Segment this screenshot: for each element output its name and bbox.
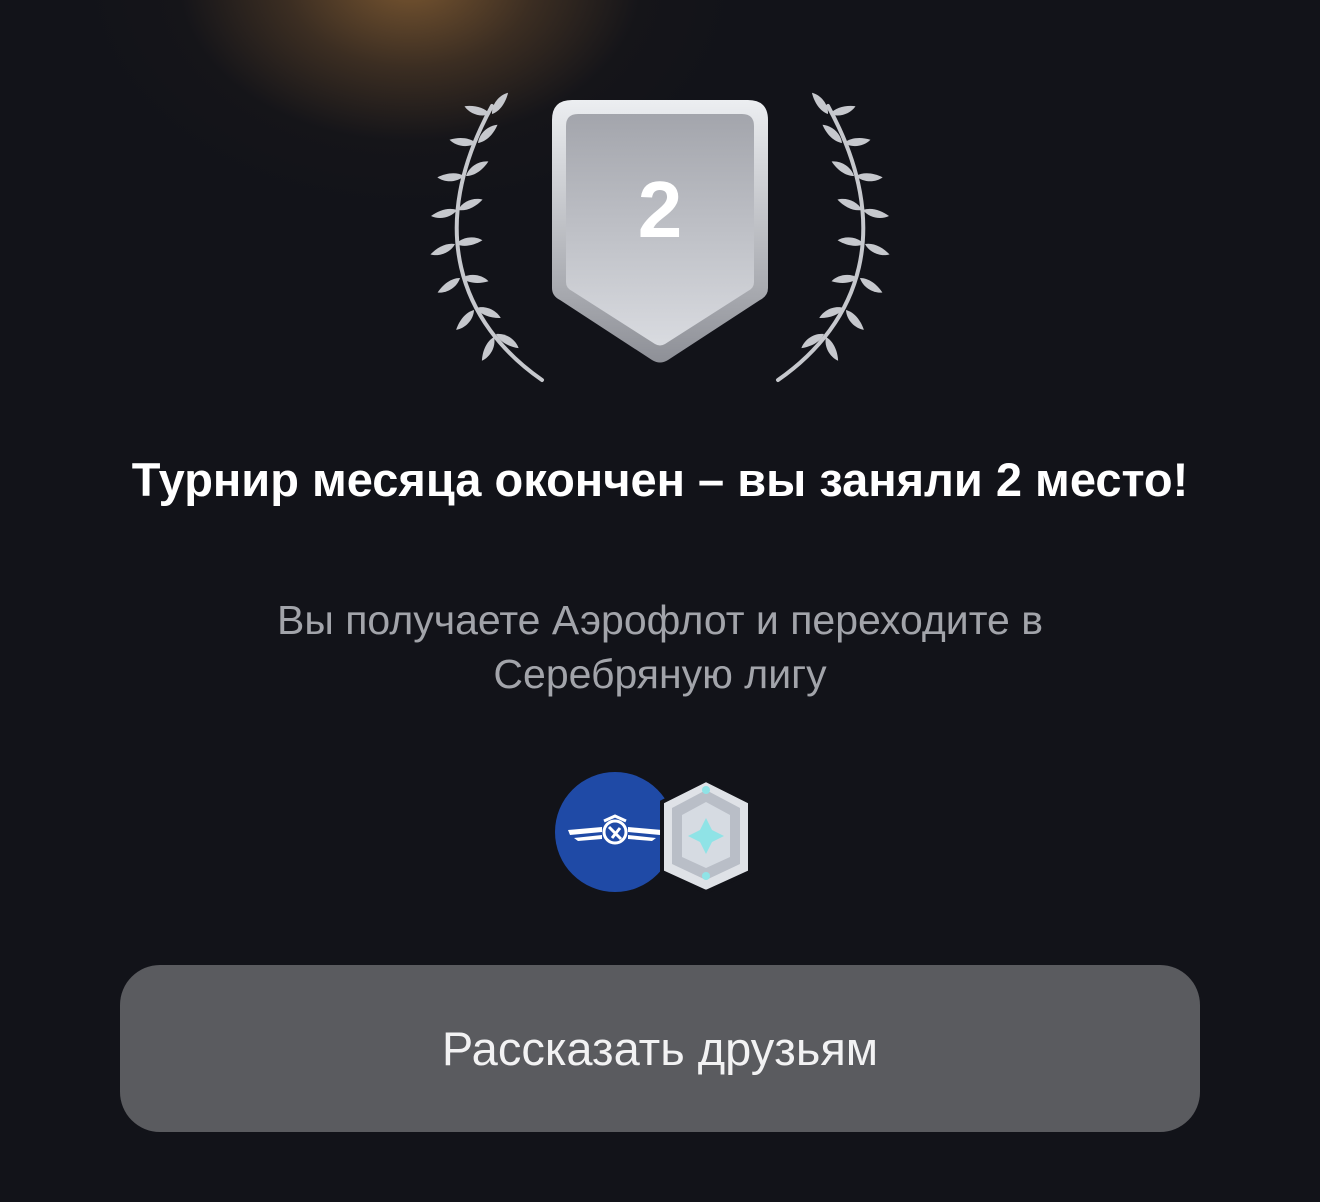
result-subtitle: Вы получаете Аэрофлот и переходите в Сер… (277, 597, 1043, 697)
result-title: Турнир месяца окончен – вы заняли 2 мест… (131, 453, 1189, 506)
rewards-row (554, 772, 754, 895)
place-number: 2 (637, 165, 683, 254)
laurel-left-icon (429, 91, 544, 382)
silver-league-icon (660, 777, 752, 895)
share-with-friends-button[interactable]: Рассказать друзьям (120, 965, 1200, 1132)
aeroflot-logo-icon (555, 772, 675, 892)
laurel-right-icon (776, 91, 891, 382)
